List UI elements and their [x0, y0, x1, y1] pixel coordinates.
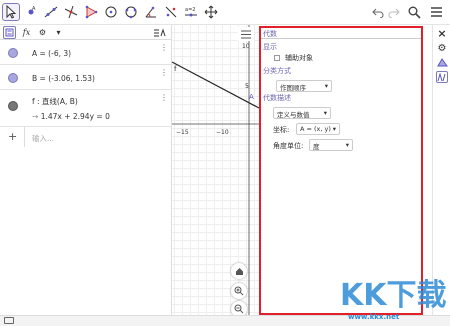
angle-tool-icon[interactable]	[142, 3, 160, 21]
watermark-url: www.kkx.net	[348, 313, 400, 321]
sort-dropdown-value: 作图顺序	[280, 84, 306, 92]
chevron-down-icon: ▾	[345, 141, 349, 149]
svg-text:a=2: a=2	[185, 7, 195, 13]
angle-unit-dropdown[interactable]: 度 ▾	[309, 139, 353, 151]
point-b-definition: B = (-3.06, 1.53)	[32, 74, 95, 83]
line-tool-icon[interactable]	[42, 3, 60, 21]
watermark-logo: KK下载	[340, 278, 447, 313]
svg-text:A: A	[32, 6, 36, 12]
arrow-icon: →	[32, 112, 39, 121]
description-dropdown-value: 定义与数值	[277, 111, 310, 119]
chevron-down-icon[interactable]: ▾	[52, 26, 65, 39]
aux-objects-checkbox[interactable]	[274, 55, 280, 61]
formula-tab-icon[interactable]: fx	[20, 26, 33, 39]
chevron-down-icon: ▾	[323, 109, 327, 117]
visibility-toggle-icon[interactable]	[8, 73, 18, 83]
point-a-label: A	[249, 93, 254, 101]
circle-tool-icon[interactable]	[102, 3, 120, 21]
point-a-definition: A = (-6, 3)	[32, 49, 72, 58]
conic-tool-icon[interactable]	[122, 3, 140, 21]
coordinates-dropdown[interactable]: A = (x, y) ▾	[296, 123, 340, 135]
list-item[interactable]: f : 直线(A, B) → 1.47x + 2.94y = 0 ⋮	[0, 90, 172, 127]
slider-tool-icon[interactable]: a=2	[182, 3, 200, 21]
move-tool-icon[interactable]	[2, 3, 20, 21]
redo-icon[interactable]	[386, 4, 402, 20]
perpendicular-tool-icon[interactable]	[62, 3, 80, 21]
graphics-view[interactable]: f A 10 5 −15 −10	[172, 25, 259, 315]
y-tick-label: 5	[245, 83, 249, 90]
zoom-out-icon[interactable]	[231, 301, 247, 315]
move-graphics-tool-icon[interactable]	[202, 3, 220, 21]
algebra-settings-icon[interactable]	[436, 71, 448, 83]
graphics-style-icon[interactable]	[238, 27, 254, 41]
description-dropdown[interactable]: 定义与数值 ▾	[273, 107, 331, 119]
coordinates-dropdown-value: A = (x, y)	[300, 125, 331, 133]
y-tick-label: 10	[242, 43, 250, 50]
line-f-label: f	[174, 65, 177, 73]
chevron-down-icon: ▾	[324, 82, 328, 90]
sort-dropdown[interactable]: 作图顺序 ▾	[276, 80, 332, 92]
line-f-equation: 1.47x + 2.94y = 0	[40, 112, 110, 121]
settings-tab-icon[interactable]: ⚙	[36, 26, 49, 39]
point-tool-icon[interactable]: A	[22, 3, 40, 21]
toolbar: A a=2	[0, 0, 450, 25]
algebra-tab-icon[interactable]	[3, 26, 16, 39]
more-options-icon[interactable]: ⋮	[160, 69, 168, 77]
divider	[24, 127, 25, 147]
close-icon[interactable]: ×	[436, 27, 448, 40]
polygon-tool-icon[interactable]	[82, 3, 100, 21]
line-f-value: → 1.47x + 2.94y = 0	[32, 112, 110, 121]
aux-objects-label: 辅助对象	[285, 54, 313, 62]
plus-icon[interactable]: +	[8, 130, 17, 143]
x-tick-label: −10	[216, 129, 229, 136]
algebra-view: fx ⚙ ▾ A = (-6, 3) ⋮ B = (-3.06, 1.53) ⋮…	[0, 25, 172, 315]
input-bar[interactable]: + 输入...	[0, 127, 172, 147]
visibility-toggle-icon[interactable]	[8, 101, 18, 111]
chevron-down-icon: ▾	[332, 125, 336, 133]
angle-unit-dropdown-value: 度	[313, 143, 320, 151]
gear-icon[interactable]: ⚙	[436, 42, 448, 54]
sort-section-heading: 分类方式	[263, 67, 291, 75]
x-tick-label: −15	[176, 129, 189, 136]
keyboard-icon[interactable]	[4, 317, 14, 324]
reflect-tool-icon[interactable]	[162, 3, 180, 21]
more-options-icon[interactable]: ⋮	[160, 44, 168, 52]
menu-icon[interactable]	[428, 4, 444, 20]
description-section-heading: 代数描述	[263, 94, 291, 102]
search-icon[interactable]	[406, 4, 422, 20]
more-options-icon[interactable]: ⋮	[160, 94, 168, 102]
algebra-header: fx ⚙ ▾	[0, 25, 172, 40]
sort-icon[interactable]	[152, 26, 168, 39]
list-item[interactable]: B = (-3.06, 1.53) ⋮	[0, 65, 172, 90]
coordinates-label: 坐标:	[273, 126, 290, 134]
divider	[261, 38, 421, 39]
show-section-heading: 显示	[263, 43, 277, 51]
angle-unit-label: 角度单位:	[273, 142, 304, 150]
undo-icon[interactable]	[370, 4, 386, 20]
home-icon[interactable]	[231, 263, 247, 279]
algebra-input[interactable]: 输入...	[32, 133, 54, 144]
list-item[interactable]: A = (-6, 3) ⋮	[0, 40, 172, 65]
zoom-in-icon[interactable]	[231, 283, 247, 299]
line-f-definition: f : 直线(A, B)	[32, 97, 78, 106]
graphics-settings-icon[interactable]	[436, 56, 448, 68]
visibility-toggle-icon[interactable]	[8, 48, 18, 58]
